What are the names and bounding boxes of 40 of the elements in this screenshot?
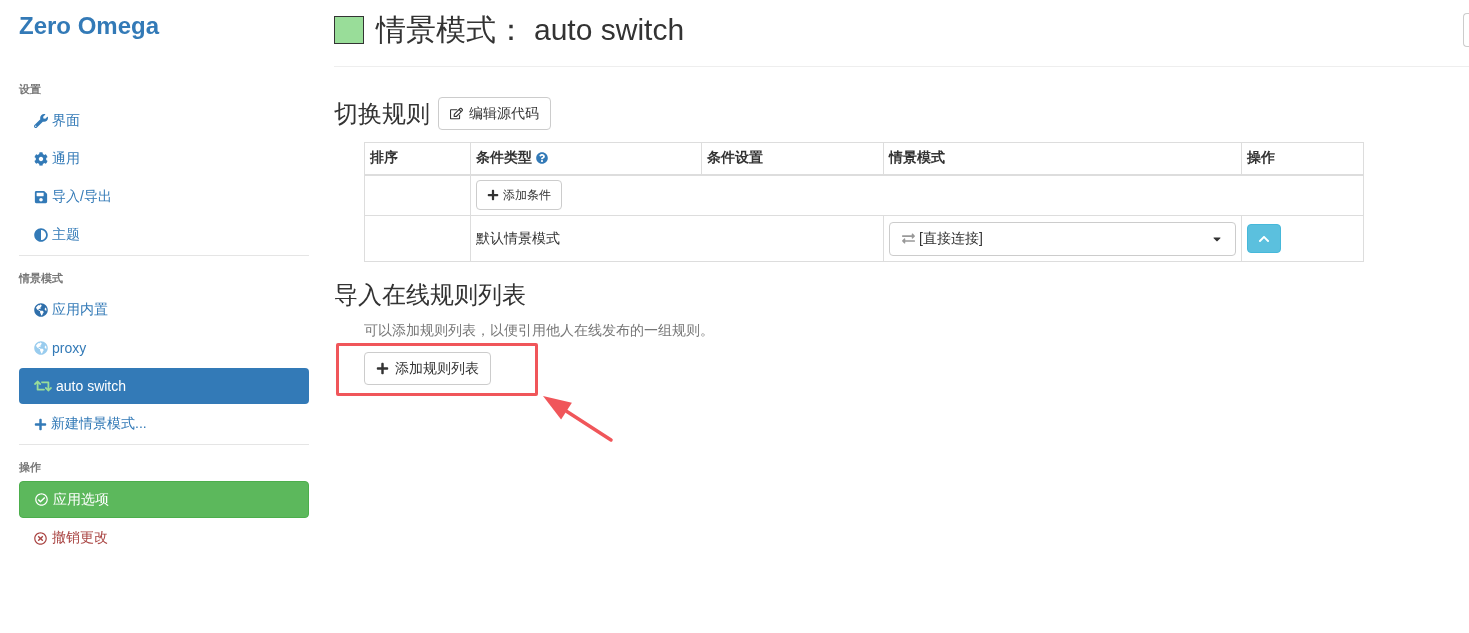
table-cell: 默认情景模式 [470,215,884,262]
new-profile-link[interactable]: 新建情景模式... [19,406,309,442]
wrench-icon [34,114,48,128]
profile-item[interactable]: auto switch [19,368,309,404]
column-header: 排序 [370,149,398,168]
gear-icon [34,152,48,166]
profile-item[interactable]: 应用内置 [19,292,309,328]
page-title-label: 情景模式： [376,12,526,48]
add-condition-button[interactable]: 添加条件 [476,180,562,211]
plus-icon [487,189,499,202]
sidebar-section-heading: 设置 [19,82,42,96]
sidebar-section-heading: 操作 [19,460,42,474]
header-button[interactable] [1463,13,1469,47]
plus-icon [34,417,47,431]
sidebar-section-heading: 情景模式 [19,271,64,285]
profile-item[interactable]: proxy [19,330,309,366]
apply-options-button[interactable]: 应用选项 [19,481,309,518]
column-header: 操作 [1247,149,1275,168]
plus-icon [376,362,389,375]
section-title: 切换规则 [334,99,430,129]
edit-source-button[interactable]: 编辑源代码 [438,97,551,130]
profile-name-title: auto switch [534,12,685,48]
move-up-button[interactable] [1247,224,1281,253]
column-header: 条件设置 [707,149,763,168]
section-title: 导入在线规则列表 [334,280,527,310]
help-text: 可以添加规则列表，以便引用他人在线发布的一组规则。 [364,321,715,340]
column-header: 情景模式 [889,149,945,168]
annotation-arrow [543,396,613,442]
add-rule-list-button[interactable]: 添加规则列表 [364,352,491,385]
nav-item[interactable]: 主题 [19,217,309,253]
app-logo-title: Zero Omega [19,11,161,41]
help-icon[interactable] [536,152,548,165]
profile-select[interactable]: [直接连接] [889,221,1236,256]
swap-arrows-icon [902,232,915,245]
nav-item[interactable]: 导入/导出 [19,179,309,215]
discard-changes-link[interactable]: 撤销更改 [19,520,309,556]
nav-item[interactable]: 界面 [19,103,309,139]
column-header: 条件类型 [476,149,532,168]
edit-icon [450,107,463,120]
nav-item[interactable]: 通用 [19,141,309,177]
